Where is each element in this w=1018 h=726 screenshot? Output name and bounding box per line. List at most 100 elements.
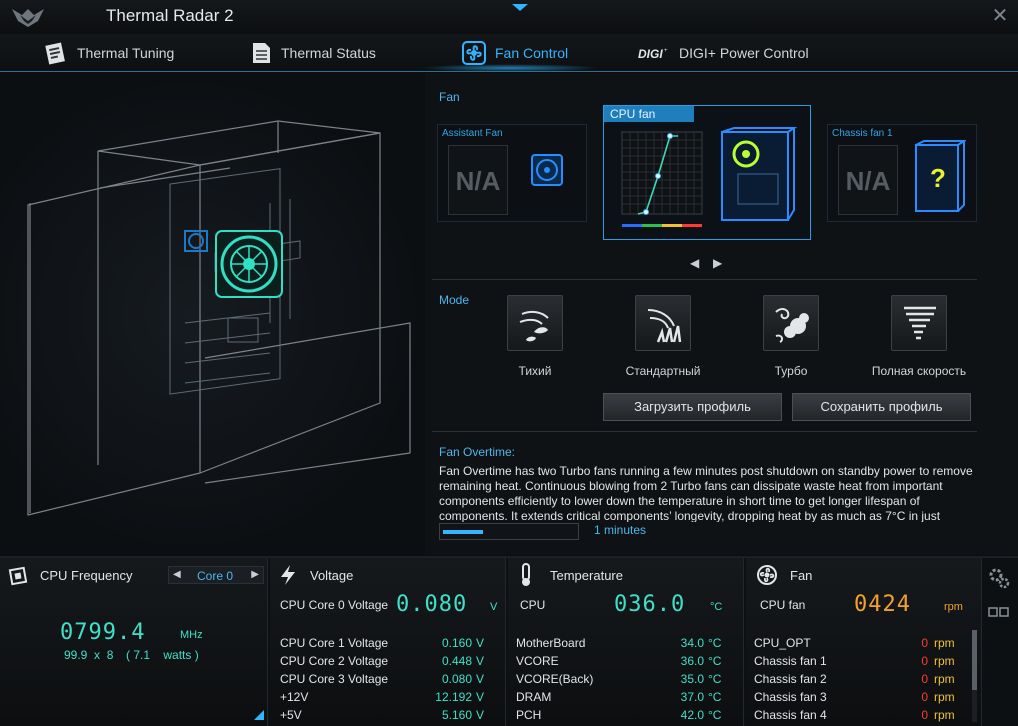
section-divider [432, 279, 977, 280]
fan-section-label: Fan [439, 90, 460, 104]
silent-mode-button[interactable] [507, 295, 563, 351]
voltage-row-unit: V [476, 690, 485, 704]
fan-icon [757, 565, 777, 585]
grass-wind-icon [647, 309, 682, 343]
close-button[interactable]: ✕ [990, 6, 1010, 26]
temperature-row-unit: °C [708, 690, 722, 704]
app-title: Thermal Radar 2 [106, 6, 234, 25]
voltage-row-unit: V [476, 672, 485, 686]
temperature-row-label: VCORE [516, 654, 559, 668]
temperature-main-label: CPU [520, 598, 546, 612]
load-profile-button[interactable]: Загрузить профиль [603, 393, 782, 421]
next-fan-button[interactable]: ▶ [713, 256, 722, 270]
temperature-main-unit: °C [710, 601, 723, 613]
core-selector-value: Core 0 [197, 569, 234, 583]
resize-corner-icon[interactable] [254, 710, 264, 720]
fan-speed-panel: Fan CPU fan 0424 rpm CPU_OPT 0 rpm Chassis … [746, 558, 982, 726]
core-prev-icon[interactable]: ◀ [173, 569, 181, 580]
fan-row-label: Chassis fan 2 [754, 672, 827, 686]
temperature-row-label: DRAM [516, 690, 552, 704]
pc-case-illustration [0, 73, 425, 555]
cpu-fan-curve-graph [621, 131, 703, 227]
tab-thermal-status[interactable]: Thermal Status [250, 34, 376, 72]
voltage-row-unit: V [476, 636, 485, 650]
fan-list-scrollbar[interactable] [972, 630, 977, 722]
standard-mode-label: Стандартный [625, 364, 701, 378]
voltage-main-unit: V [490, 601, 498, 613]
fan-overtime-title: Fan Overtime: [439, 445, 516, 459]
thermal-tuning-icon [45, 42, 65, 65]
fan-overtime-description: Fan Overtime has two Turbo fans running … [439, 464, 973, 522]
turbo-mode-button[interactable] [763, 295, 819, 351]
voltage-row-value: 5.160 [441, 708, 472, 722]
temperature-row-unit: °C [708, 708, 722, 722]
fan-row-label: Chassis fan 4 [754, 708, 827, 722]
temperature-panel: Temperature CPU 036.0 °C MotherBoard 34.0… [508, 558, 744, 726]
temperature-row-label: PCH [516, 708, 542, 722]
voltage-row-value: 12.192 [435, 690, 472, 704]
full-speed-mode-label: Полная скорость [871, 364, 967, 378]
assistant-fan-card[interactable]: Assistant Fan N/A [437, 124, 587, 222]
cpu-frequency-value: 0799.4 [60, 620, 146, 645]
temperature-row-value: 36.0 [680, 654, 704, 668]
voltage-row-label: +5V [280, 708, 302, 722]
voltage-row-unit: V [476, 654, 485, 668]
voltage-row-label: +12V [280, 690, 309, 704]
temperature-row-unit: °C [708, 654, 722, 668]
svg-text:DIGI: DIGI [638, 47, 663, 60]
fan-row-value: 0 [921, 672, 928, 686]
full-speed-mode-button[interactable] [891, 295, 947, 351]
fan-row-unit: rpm [934, 636, 955, 650]
svg-text:?: ? [930, 163, 946, 193]
voltage-main-label: CPU Core 0 Voltage [280, 598, 389, 612]
window-layout-icon[interactable] [988, 606, 1010, 618]
core-selector[interactable]: ◀ Core 0 ▶ [168, 566, 264, 584]
tab-divider [0, 71, 1018, 72]
voltage-row-unit: V [476, 708, 485, 722]
collapse-arrow-icon[interactable] [512, 4, 528, 11]
temperature-row-value: 37.0 [680, 690, 704, 704]
tab-fan-control-label: Fan Control [495, 45, 569, 61]
fan-row-label: CPU_OPT [754, 636, 811, 650]
silent-mode-label: Тихий [518, 364, 552, 378]
tab-thermal-status-label: Thermal Status [281, 45, 376, 61]
svg-text:+: + [664, 48, 668, 54]
cpu-frequency-title: CPU Frequency [40, 568, 133, 583]
cpu-fan-card[interactable]: CPU fan [603, 105, 811, 240]
section-divider [432, 431, 977, 432]
fan-panel-title: Fan [790, 568, 813, 583]
settings-gear-icon[interactable] [987, 566, 1011, 590]
voltage-panel: Voltage CPU Core 0 Voltage 0.080 V CPU C… [270, 558, 506, 726]
fan-row-value: 0 [921, 690, 928, 704]
lightning-icon [281, 565, 295, 585]
tuf-logo [8, 5, 78, 31]
temperature-row-unit: °C [708, 636, 722, 650]
pc-case-icon [721, 127, 798, 221]
tornado-icon [904, 306, 936, 340]
fan-row-value: 0 [921, 654, 928, 668]
turbo-wind-icon [775, 308, 809, 343]
save-profile-button[interactable]: Сохранить профиль [792, 393, 971, 421]
temperature-main-value: 036.0 [614, 592, 686, 617]
voltage-row-label: CPU Core 2 Voltage [280, 654, 389, 668]
prev-fan-button[interactable]: ◀ [690, 256, 699, 270]
overtime-duration-value: 1 minutes [594, 523, 647, 537]
tab-thermal-tuning[interactable]: Thermal Tuning [44, 34, 174, 72]
overtime-duration-slider[interactable] [439, 523, 579, 540]
fan-icon [462, 41, 486, 65]
chassis-fan-1-card[interactable]: Chassis fan 1 N/A ? [827, 124, 977, 222]
voltage-row-value: 0.160 [441, 636, 472, 650]
core-next-icon[interactable]: ▶ [251, 569, 259, 580]
voltage-row-value: 0.448 [441, 654, 472, 668]
standard-mode-button[interactable] [635, 295, 691, 351]
document-icon [253, 43, 270, 63]
fan-row-label: Chassis fan 1 [754, 654, 827, 668]
fan-icon [531, 154, 563, 186]
chassis-fan-1-graph: N/A [838, 145, 898, 215]
cpu-frequency-panel: CPU Frequency ◀ Core 0 ▶ 0799.4 MHz 99.9… [0, 558, 268, 726]
tab-digi-power[interactable]: DIGI + DIGI+ Power Control [638, 34, 809, 72]
temperature-row-label: VCORE(Back) [516, 672, 594, 686]
fan-list-scroll-thumb[interactable] [972, 630, 977, 690]
fan-main-label: CPU fan [760, 598, 806, 612]
temperature-row-value: 35.0 [680, 672, 704, 686]
